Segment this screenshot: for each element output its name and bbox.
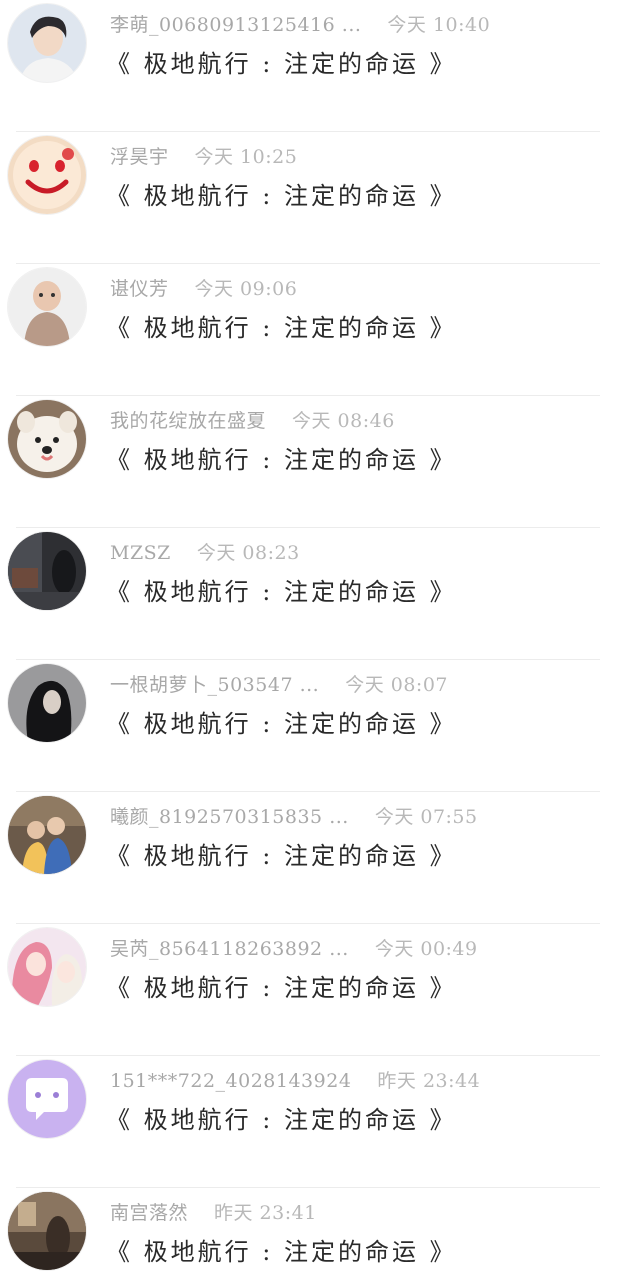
message-meta: 151***722_4028143924 昨天 23:44 <box>110 1066 480 1094</box>
message-time: 今天 08:07 <box>345 674 448 696</box>
couple-photo-icon <box>8 796 86 874</box>
avatar[interactable] <box>8 532 86 610</box>
message-list: 李萌_00680913125416 ... 今天 10:40 《 极地航行 : 注… <box>0 0 640 1280</box>
sender-name: 浮昊宇 <box>110 146 169 168</box>
message-meta: 李萌_00680913125416 ... 今天 10:40 <box>110 10 490 38</box>
message-time: 昨天 23:44 <box>377 1070 481 1092</box>
girl-silhouette-icon <box>8 664 86 742</box>
message-text: 《 极地航行 : 注定的命运 》 <box>106 842 457 870</box>
message-time: 今天 10:25 <box>194 146 298 168</box>
message-time: 今天 08:23 <box>196 542 300 564</box>
avatar[interactable] <box>8 796 86 874</box>
avatar[interactable] <box>8 4 86 82</box>
sender-name: 我的花绽放在盛夏 <box>110 410 267 432</box>
message-time: 今天 07:55 <box>374 806 478 828</box>
message-time: 今天 00:49 <box>374 938 478 960</box>
avatar[interactable] <box>8 136 86 214</box>
baby-photo-icon <box>8 268 86 346</box>
message-text: 《 极地航行 : 注定的命运 》 <box>106 50 457 78</box>
sender-name: MZSZ <box>110 542 171 564</box>
sender-name: 吴芮_8564118263892 ... <box>110 938 349 960</box>
message-meta: 谌仪芳 今天 09:06 <box>110 274 297 302</box>
avatar[interactable] <box>8 928 86 1006</box>
list-item[interactable]: 曦颜_8192570315835 ... 今天 07:55 《 极地航行 : 注定… <box>0 792 640 924</box>
message-time: 今天 10:40 <box>387 14 491 36</box>
avatar[interactable] <box>8 268 86 346</box>
message-meta: 浮昊宇 今天 10:25 <box>110 142 297 170</box>
message-meta: 一根胡萝卜_503547 ... 今天 08:07 <box>110 670 448 698</box>
avatar[interactable] <box>8 400 86 478</box>
message-time: 今天 08:46 <box>292 410 395 432</box>
message-meta: 曦颜_8192570315835 ... 今天 07:55 <box>110 802 478 830</box>
message-text: 《 极地航行 : 注定的命运 》 <box>106 1106 457 1134</box>
room-photo-icon <box>8 1192 86 1270</box>
sender-name: 谌仪芳 <box>110 278 169 300</box>
anime-girls-icon <box>8 928 86 1006</box>
message-text: 《 极地航行 : 注定的命运 》 <box>106 314 457 342</box>
list-item[interactable]: 一根胡萝卜_503547 ... 今天 08:07 《 极地航行 : 注定的命运 … <box>0 660 640 792</box>
sender-name: 一根胡萝卜_503547 ... <box>110 674 320 696</box>
smiley-cake-icon <box>8 136 86 214</box>
list-item[interactable]: MZSZ 今天 08:23 《 极地航行 : 注定的命运 》 <box>0 528 640 660</box>
sender-name: 南宫落然 <box>110 1202 189 1224</box>
boy-photo-icon <box>8 4 86 82</box>
message-text: 《 极地航行 : 注定的命运 》 <box>106 974 457 1002</box>
message-meta: MZSZ 今天 08:23 <box>110 538 300 566</box>
list-item[interactable]: 吴芮_8564118263892 ... 今天 00:49 《 极地航行 : 注定… <box>0 924 640 1056</box>
sender-name: 曦颜_8192570315835 ... <box>110 806 349 828</box>
avatar[interactable] <box>8 664 86 742</box>
message-text: 《 极地航行 : 注定的命运 》 <box>106 182 457 210</box>
avatar[interactable] <box>8 1060 86 1138</box>
message-text: 《 极地航行 : 注定的命运 》 <box>106 1238 457 1266</box>
avatar[interactable] <box>8 1192 86 1270</box>
puppy-photo-icon <box>8 400 86 478</box>
list-item[interactable]: 李萌_00680913125416 ... 今天 10:40 《 极地航行 : 注… <box>0 0 640 132</box>
message-text: 《 极地航行 : 注定的命运 》 <box>106 578 457 606</box>
list-item[interactable]: 南宫落然 昨天 23:41 《 极地航行 : 注定的命运 》 <box>0 1188 640 1280</box>
message-time: 今天 09:06 <box>194 278 298 300</box>
message-text: 《 极地航行 : 注定的命运 》 <box>106 710 457 738</box>
list-item[interactable]: 151***722_4028143924 昨天 23:44 《 极地航行 : 注定… <box>0 1056 640 1188</box>
message-meta: 南宫落然 昨天 23:41 <box>110 1198 317 1226</box>
street-photo-icon <box>8 532 86 610</box>
list-item[interactable]: 我的花绽放在盛夏 今天 08:46 《 极地航行 : 注定的命运 》 <box>0 396 640 528</box>
chat-bubble-icon <box>8 1060 86 1138</box>
list-item[interactable]: 谌仪芳 今天 09:06 《 极地航行 : 注定的命运 》 <box>0 264 640 396</box>
sender-name: 李萌_00680913125416 ... <box>110 14 362 36</box>
message-meta: 吴芮_8564118263892 ... 今天 00:49 <box>110 934 478 962</box>
message-text: 《 极地航行 : 注定的命运 》 <box>106 446 457 474</box>
message-time: 昨天 23:41 <box>214 1202 317 1224</box>
list-item[interactable]: 浮昊宇 今天 10:25 《 极地航行 : 注定的命运 》 <box>0 132 640 264</box>
message-meta: 我的花绽放在盛夏 今天 08:46 <box>110 406 395 434</box>
sender-name: 151***722_4028143924 <box>110 1070 352 1092</box>
